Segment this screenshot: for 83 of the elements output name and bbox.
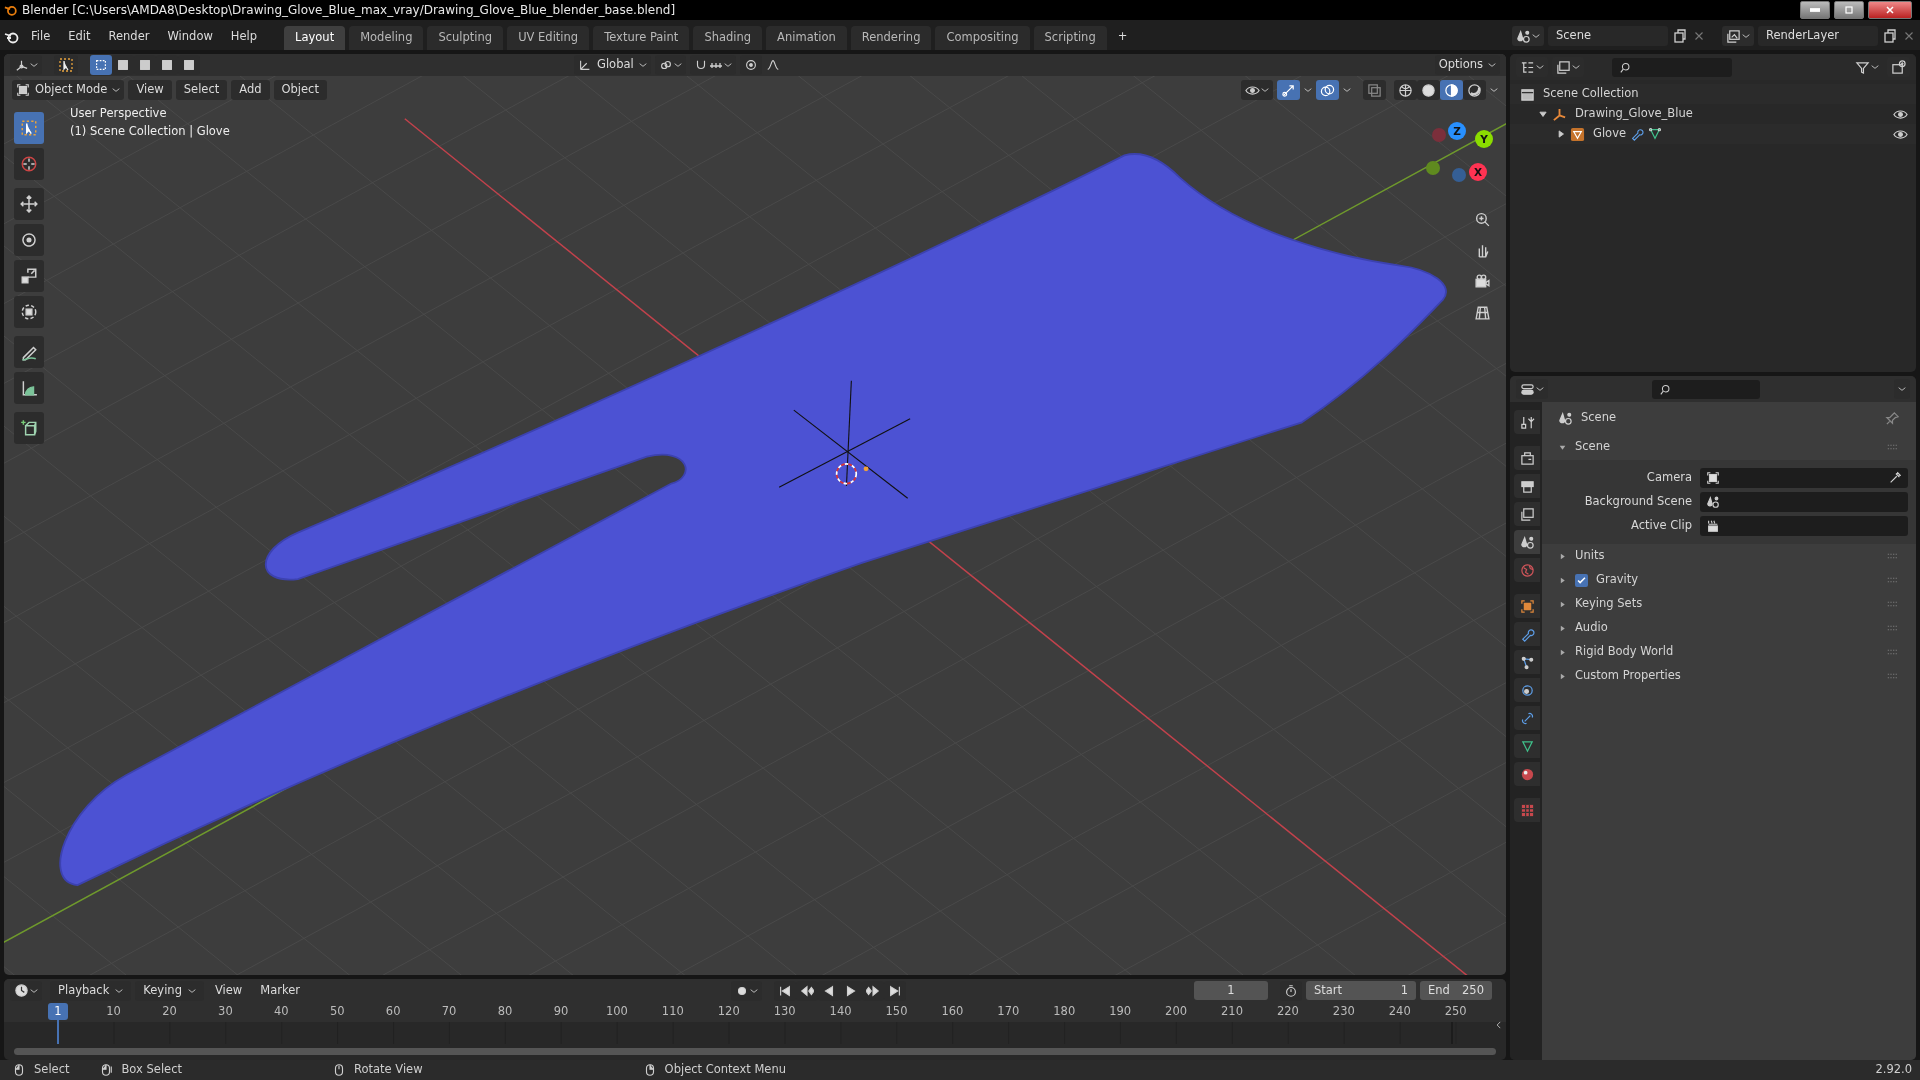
panel-title[interactable]: Gravity bbox=[1596, 573, 1638, 587]
end-frame-field[interactable]: End 250 bbox=[1420, 980, 1492, 1001]
menu-item[interactable]: Marker bbox=[253, 980, 307, 1001]
scene-name-field[interactable]: Scene bbox=[1548, 26, 1668, 46]
frame-number: 210 bbox=[1221, 1005, 1243, 1020]
menu-item[interactable]: Add bbox=[231, 80, 270, 100]
frame-number: 20 bbox=[162, 1005, 177, 1020]
frame-number: 60 bbox=[385, 1005, 401, 1020]
workspace-tab[interactable]: Layout bbox=[284, 26, 346, 50]
status-hint: Box Select bbox=[121, 1063, 182, 1077]
outliner-item-label[interactable]: Drawing_Glove_Blue bbox=[1575, 107, 1693, 121]
frame-number: 10 bbox=[106, 1005, 121, 1020]
viewport-info-text: User Perspective bbox=[70, 107, 168, 121]
workspace-tab[interactable]: Modeling bbox=[349, 26, 424, 50]
frame-number: 100 bbox=[605, 1005, 628, 1020]
gizmo-axis-handle[interactable]: X bbox=[1469, 163, 1487, 181]
mode-dropdown[interactable]: Object Mode bbox=[12, 80, 125, 100]
workspace-tab[interactable]: Compositing bbox=[935, 26, 1030, 50]
workspace-tab[interactable]: Rendering bbox=[850, 26, 932, 50]
frame-number: 190 bbox=[1109, 1005, 1132, 1020]
status-hint: Select bbox=[34, 1063, 70, 1077]
workspace-tab[interactable]: Scripting bbox=[1033, 26, 1107, 50]
add-workspace-button[interactable]: + bbox=[1110, 26, 1135, 50]
workspace-tab[interactable]: Animation bbox=[766, 26, 847, 50]
playhead-frame[interactable]: 1 bbox=[48, 1003, 68, 1021]
panel-title[interactable]: Audio bbox=[1575, 621, 1608, 635]
viewport-info-text: (1) Scene Collection | Glove bbox=[70, 124, 230, 139]
options-dropdown[interactable]: Options bbox=[1434, 55, 1500, 75]
menu-item[interactable]: Playback bbox=[50, 980, 132, 1001]
frame-number: 180 bbox=[1053, 1005, 1076, 1020]
current-frame-field[interactable]: 1 bbox=[1194, 980, 1268, 1001]
frame-number: 80 bbox=[497, 1005, 513, 1020]
menu-item[interactable]: Help bbox=[223, 28, 265, 46]
frame-number: 90 bbox=[553, 1005, 569, 1020]
workspace-tab[interactable]: UV Editing bbox=[507, 26, 590, 50]
workspace-tab[interactable]: Shading bbox=[693, 26, 763, 50]
gizmo-axis-handle[interactable]: Z bbox=[1448, 122, 1466, 140]
gizmo-axis-handle[interactable]: Y bbox=[1475, 130, 1493, 148]
panel-title[interactable]: Scene bbox=[1575, 440, 1611, 454]
field-label: Active Clip bbox=[1630, 519, 1692, 533]
view-layer-field[interactable]: RenderLayer bbox=[1758, 26, 1878, 46]
frame-number: 150 bbox=[885, 1005, 908, 1020]
menu-item[interactable]: Object bbox=[273, 80, 327, 100]
status-hint: Object Context Menu bbox=[664, 1063, 786, 1077]
frame-number: 220 bbox=[1276, 1005, 1299, 1020]
frame-number: 70 bbox=[441, 1005, 457, 1020]
outliner-item-label[interactable]: Scene Collection bbox=[1543, 87, 1639, 101]
panel-title[interactable]: Keying Sets bbox=[1575, 597, 1643, 611]
frame-number: 240 bbox=[1388, 1005, 1411, 1020]
frame-number: 250 bbox=[1444, 1005, 1467, 1020]
panel-title[interactable]: Units bbox=[1575, 549, 1605, 563]
frame-number: 170 bbox=[997, 1005, 1020, 1020]
frame-number: 230 bbox=[1332, 1005, 1355, 1020]
frame-number: 130 bbox=[773, 1005, 796, 1020]
field-label: Camera bbox=[1645, 471, 1692, 485]
menu-item[interactable]: File bbox=[24, 28, 58, 46]
outliner-item-label[interactable]: Glove bbox=[1593, 127, 1627, 141]
panel-title[interactable]: Custom Properties bbox=[1575, 669, 1681, 683]
start-frame-field[interactable]: Start 1 bbox=[1306, 980, 1416, 1001]
frame-number: 200 bbox=[1165, 1005, 1188, 1020]
context-label: Scene bbox=[1581, 411, 1617, 425]
status-hint: Rotate View bbox=[354, 1063, 423, 1077]
frame-number: 160 bbox=[941, 1005, 964, 1020]
orientation-dropdown[interactable]: Global bbox=[574, 55, 651, 75]
frame-number: 110 bbox=[661, 1005, 684, 1020]
menu-item[interactable]: Select bbox=[175, 80, 228, 100]
panel-title[interactable]: Rigid Body World bbox=[1575, 645, 1674, 659]
field-label: Background Scene bbox=[1583, 495, 1692, 509]
menu-item[interactable]: Edit bbox=[61, 28, 98, 46]
frame-number: 140 bbox=[829, 1005, 852, 1020]
menu-item[interactable]: Window bbox=[160, 28, 220, 46]
frame-number: 30 bbox=[218, 1005, 233, 1020]
menu-item[interactable]: View bbox=[128, 80, 172, 100]
workspace-tab[interactable]: Sculpting bbox=[427, 26, 504, 50]
workspace-tab[interactable]: Texture Paint bbox=[593, 26, 690, 50]
frame-number: 120 bbox=[717, 1005, 740, 1020]
menu-item[interactable]: Render bbox=[101, 28, 157, 46]
window-title: Blender [C:\Users\AMDA8\Desktop\Drawing_Glove_Blue_max_vray/Drawing_Glove_Blue_blender_base.blend] bbox=[22, 2, 676, 18]
menu-item[interactable]: View bbox=[207, 980, 250, 1001]
frame-number: 50 bbox=[329, 1005, 345, 1020]
frame-number: 40 bbox=[274, 1005, 289, 1020]
menu-item[interactable]: Keying bbox=[135, 980, 204, 1001]
version-label: 2.92.0 bbox=[1875, 1063, 1912, 1077]
